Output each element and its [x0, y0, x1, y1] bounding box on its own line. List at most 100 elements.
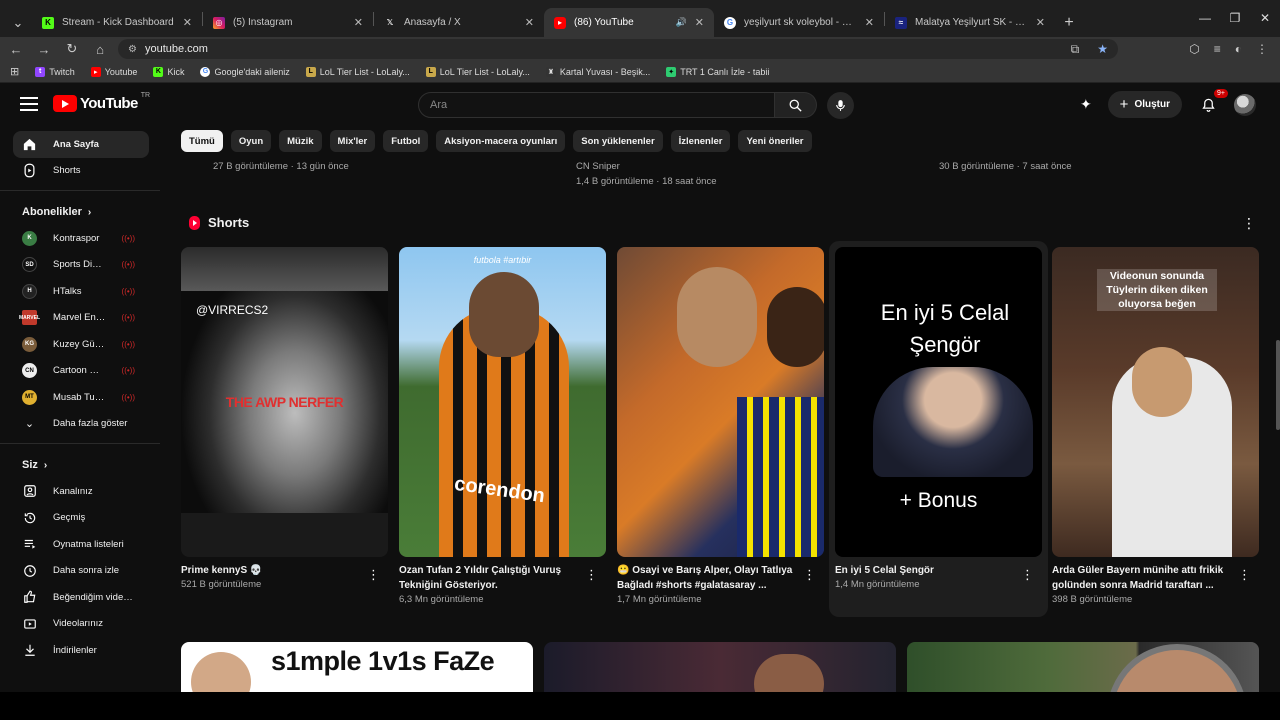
more-options-icon[interactable]: ⋮ [1238, 567, 1251, 583]
sidebar-item-downloads[interactable]: İndirilenler [13, 637, 149, 664]
short-thumbnail[interactable]: Videonun sonunda Tüylerin diken diken ol… [1052, 247, 1259, 557]
page-scrollbar[interactable] [1276, 340, 1280, 430]
close-tab-icon[interactable]: ✕ [354, 16, 363, 29]
subscriptions-heading[interactable]: Abonelikler › [0, 199, 160, 225]
browser-tab[interactable]: G yeşilyurt sk voleybol - Google'd ✕ [714, 8, 884, 37]
short-card[interactable]: 😬 Osayi ve Barış Alper, Olayı Tatlıya Ba… [617, 247, 824, 605]
video-thumbnail[interactable] [544, 642, 896, 692]
short-card[interactable]: futbola #artıbir corendon Ozan Tufan 2 Y… [399, 247, 606, 605]
sidebar-item-watch-later[interactable]: Daha sonra izle [13, 558, 149, 585]
sidebar-item-history[interactable]: Geçmiş [13, 505, 149, 532]
address-bar[interactable]: ⚙ youtube.com ⧉ ★ [118, 39, 1118, 59]
close-window-icon[interactable]: ✕ [1250, 0, 1280, 36]
create-button[interactable]: + Oluştur [1107, 91, 1182, 118]
short-thumbnail[interactable] [617, 247, 824, 557]
chip-gaming[interactable]: Oyun [230, 130, 272, 152]
account-avatar[interactable] [1234, 93, 1256, 116]
sidebar-item-shorts[interactable]: Shorts [13, 158, 149, 185]
more-options-icon[interactable]: ⋮ [1242, 216, 1256, 230]
short-thumbnail[interactable]: @VIRRECS2 THE AWP NERFER [181, 247, 388, 557]
chip-watched[interactable]: İzlenenler [670, 130, 731, 152]
close-tab-icon[interactable]: ✕ [183, 16, 192, 29]
tab-search-button[interactable]: ⌄ [4, 8, 32, 37]
apps-grid-icon[interactable]: ⊞ [10, 65, 19, 78]
forward-icon[interactable]: → [34, 39, 54, 59]
sidebar-item-home[interactable]: Ana Sayfa [13, 131, 149, 158]
home-browser-icon[interactable]: ⌂ [90, 39, 110, 59]
more-options-icon[interactable]: ⋮ [803, 567, 816, 583]
chip-new-to-you[interactable]: Yeni öneriler [738, 130, 812, 152]
short-title[interactable]: En iyi 5 Celal Şengör [835, 563, 1015, 578]
media-control-icon[interactable]: ≡ [1214, 42, 1221, 56]
youtube-logo[interactable]: YouTube TR [53, 92, 150, 112]
video-thumbnail[interactable] [907, 642, 1259, 692]
more-options-icon[interactable]: ⋮ [367, 567, 380, 583]
close-tab-icon[interactable]: ✕ [865, 16, 874, 29]
bookmark[interactable]: ✦ TRT 1 Canlı İzle - tabii [666, 66, 769, 77]
video-thumbnail[interactable]: s1mple 1v1s FaZe [181, 642, 533, 692]
site-info-icon[interactable]: ⚙ [128, 44, 137, 55]
chip-music[interactable]: Müzik [279, 130, 322, 152]
extensions-icon[interactable]: ⬡ [1189, 42, 1199, 56]
short-title[interactable]: 😬 Osayi ve Barış Alper, Olayı Tatlıya Ba… [617, 563, 797, 593]
short-title[interactable]: Prime kennyS 💀 [181, 563, 361, 578]
notifications-button[interactable]: 9+ [1198, 88, 1228, 115]
browser-tab-active[interactable]: ▸ (86) YouTube 🔊 ✕ [544, 8, 714, 37]
short-title[interactable]: Arda Güler Bayern münihe attı frikik gol… [1052, 563, 1232, 593]
sidebar-item-channel[interactable]: Kanalınız [13, 478, 149, 505]
sidebar-item-subscription[interactable]: CN Cartoon Network... ((•)) [13, 358, 149, 385]
short-card[interactable]: En iyi 5 Celal Şengör + Bonus En iyi 5 C… [835, 247, 1042, 590]
sidebar-item-subscription[interactable]: H HTalks ((•)) [13, 278, 149, 305]
sidebar-item-your-videos[interactable]: Videolarınız [13, 611, 149, 638]
browser-tab[interactable]: 𝕏 Anasayfa / X ✕ [374, 8, 544, 37]
chip-all[interactable]: Tümü [181, 130, 223, 152]
bookmark[interactable]: K Kick [153, 66, 184, 77]
search-input[interactable]: Ara [418, 92, 775, 118]
video-channel[interactable]: CN Sniper [576, 159, 716, 174]
sidebar-item-subscription[interactable]: MT Musab Tuana ((•)) [13, 384, 149, 411]
sidebar-item-subscription[interactable]: KG Kuzey Güney ((•)) [13, 331, 149, 358]
back-icon[interactable]: ← [6, 39, 26, 59]
search-button[interactable] [775, 92, 817, 118]
chip-football[interactable]: Futbol [383, 130, 429, 152]
sidebar-item-subscription[interactable]: MARVEL Marvel Entertain... ((•)) [13, 305, 149, 332]
more-options-icon[interactable]: ⋮ [585, 567, 598, 583]
new-tab-button[interactable]: + [1055, 8, 1083, 37]
more-options-icon[interactable]: ⋮ [1021, 567, 1034, 583]
profile-icon[interactable]: ◐ [1235, 42, 1242, 56]
minimize-icon[interactable]: — [1190, 0, 1220, 36]
bookmark[interactable]: ▸ Youtube [90, 66, 137, 77]
bookmark[interactable]: G Google'daki aileniz [200, 66, 290, 77]
close-tab-icon[interactable]: ✕ [525, 16, 534, 29]
short-card[interactable]: @VIRRECS2 THE AWP NERFER Prime kennyS 💀 … [181, 247, 388, 590]
browser-tab[interactable]: K Stream - Kick Dashboard ✕ [32, 8, 202, 37]
short-thumbnail[interactable]: futbola #artıbir corendon [399, 247, 606, 557]
bookmark[interactable]: L LoL Tier List - LoLaly... [305, 66, 410, 77]
install-app-icon[interactable]: ⧉ [1071, 42, 1080, 57]
reload-icon[interactable]: ↻ [62, 39, 82, 59]
bookmark-star-icon[interactable]: ★ [1097, 42, 1108, 57]
bookmark[interactable]: L LoL Tier List - LoLaly... [425, 66, 530, 77]
short-thumbnail[interactable]: En iyi 5 Celal Şengör + Bonus [835, 247, 1042, 557]
sidebar-item-subscription[interactable]: K Kontraspor ((•)) [13, 225, 149, 252]
short-title[interactable]: Ozan Tufan 2 Yıldır Çalıştığı Vuruş Tekn… [399, 563, 579, 593]
chip-mixes[interactable]: Mix'ler [329, 130, 376, 152]
browser-tab[interactable]: ≈ Malatya Yeşilyurt SK - Kulüp pr ✕ [885, 8, 1055, 37]
menu-icon[interactable] [20, 97, 38, 111]
browser-menu-icon[interactable]: ⋮ [1256, 42, 1268, 56]
sidebar-item-subscription[interactable]: SD Sports Digitale ((•)) [13, 252, 149, 279]
bookmark[interactable]: t Twitch [35, 66, 75, 77]
chip-recently-uploaded[interactable]: Son yüklenenler [573, 130, 663, 152]
browser-tab[interactable]: ◎ (5) Instagram ✕ [203, 8, 373, 37]
sidebar-item-liked-videos[interactable]: Beğendiğim videolar [13, 584, 149, 611]
close-tab-icon[interactable]: ✕ [695, 16, 704, 29]
chip-action-adventure[interactable]: Aksiyon-macera oyunları [436, 130, 566, 152]
short-card[interactable]: Videonun sonunda Tüylerin diken diken ol… [1052, 247, 1259, 605]
gemini-sparkle-icon[interactable]: ✦ [1080, 96, 1092, 113]
close-tab-icon[interactable]: ✕ [1036, 16, 1045, 29]
sidebar-item-playlists[interactable]: Oynatma listeleri [13, 531, 149, 558]
show-more-button[interactable]: ⌄ Daha fazla göster [13, 411, 149, 438]
speaker-icon[interactable]: 🔊 [676, 17, 687, 28]
restore-icon[interactable]: ❐ [1220, 0, 1250, 36]
you-heading[interactable]: Siz › [0, 452, 160, 478]
